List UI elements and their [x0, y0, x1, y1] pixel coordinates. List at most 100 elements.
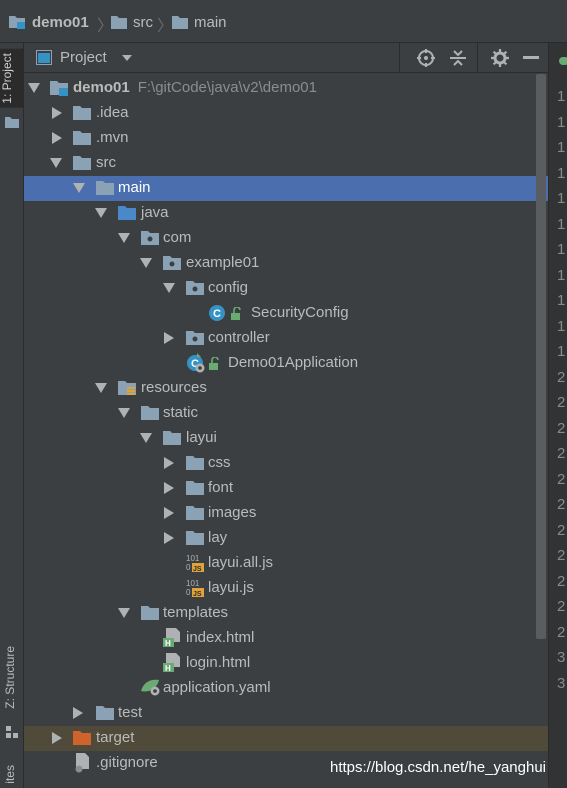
tree-item-test[interactable]: test [24, 701, 548, 726]
tree-item-label: com [163, 229, 192, 246]
tree-item-templates[interactable]: templates [24, 601, 548, 626]
unlock-icon [231, 307, 241, 320]
tree-item-login-html[interactable]: H login.html [24, 651, 548, 676]
folder-icon [5, 117, 19, 128]
breadcrumb-separator: 〉 [157, 18, 174, 35]
line-number: 2 [557, 470, 566, 488]
expand-arrow-icon[interactable] [140, 258, 152, 268]
collapsed-arrow-icon[interactable] [52, 107, 62, 119]
collapsed-arrow-icon[interactable] [73, 707, 83, 719]
tree-item-example01[interactable]: example01 [24, 251, 548, 276]
tab-favorites[interactable]: ites [3, 765, 17, 784]
structure-icon [6, 726, 18, 738]
tree-item-label: java [141, 204, 169, 221]
line-number: 1 [557, 317, 566, 335]
tab-structure-label: Z: Structure [3, 646, 17, 709]
tree-item-mvn[interactable]: .mvn [24, 126, 548, 151]
tree-item-label: lay [208, 529, 228, 546]
tree-item-static[interactable]: static [24, 401, 548, 426]
collapsed-arrow-icon[interactable] [52, 732, 62, 744]
panel-title[interactable]: Project [60, 49, 107, 66]
locate-target-icon[interactable] [417, 49, 435, 67]
tree-item-label: layui [186, 429, 217, 446]
chevron-down-icon[interactable] [122, 55, 132, 61]
tree-item-layui-js[interactable]: 101 0 JS layui.js [24, 576, 548, 601]
tree-item-controller[interactable]: controller [24, 326, 548, 351]
tree-item-label: index.html [186, 629, 255, 646]
folder-icon [141, 606, 159, 620]
collapse-all-icon[interactable] [449, 49, 467, 67]
tree-item-resources[interactable]: resources [24, 376, 548, 401]
tree-item-demo01application[interactable]: C Demo01Application [24, 351, 548, 376]
breadcrumb-label: main [194, 13, 227, 31]
folder-icon [186, 456, 204, 470]
tree-item-layui-all-js[interactable]: 101 0 JS layui.all.js [24, 551, 548, 576]
tree-item-target[interactable]: target [24, 726, 548, 751]
tree-item-label: application.yaml [163, 679, 271, 696]
tree-item-application-yaml[interactable]: application.yaml [24, 676, 548, 701]
collapsed-arrow-icon[interactable] [164, 532, 174, 544]
tab-project[interactable]: 1: Project [0, 49, 24, 108]
collapsed-arrow-icon[interactable] [52, 132, 62, 144]
expand-arrow-icon[interactable] [95, 383, 107, 393]
expand-arrow-icon[interactable] [118, 408, 130, 418]
gear-icon[interactable] [491, 49, 509, 67]
line-number: 2 [557, 547, 566, 564]
expand-arrow-icon[interactable] [140, 433, 152, 443]
tree-item-main[interactable]: main [24, 176, 548, 201]
folder-icon [111, 16, 127, 29]
folder-icon [186, 506, 204, 520]
unlock-icon [209, 357, 219, 370]
tree-item-label: test [118, 704, 143, 721]
watermark-text: https://blog.csdn.net/he_yanghui [330, 759, 546, 776]
tree-item-securityconfig[interactable]: C SecurityConfig [24, 301, 548, 326]
folder-icon [73, 106, 91, 120]
breadcrumb-label: demo01 [32, 13, 89, 31]
header-divider [399, 43, 400, 72]
tree-item-demo01[interactable]: demo01 F:\gitCode\java\v2\demo01 [24, 76, 548, 101]
tree-item-layui[interactable]: layui [24, 426, 548, 451]
expand-arrow-icon[interactable] [95, 208, 107, 218]
tree-item-label: controller [208, 329, 270, 346]
tree-item-index-html[interactable]: H index.html [24, 626, 548, 651]
tree-scrollbar[interactable] [536, 74, 546, 639]
expand-arrow-icon[interactable] [28, 83, 40, 93]
breadcrumb-item-main[interactable]: main [172, 11, 227, 33]
line-number: 1 [557, 164, 566, 182]
tree-item-font[interactable]: font [24, 476, 548, 501]
gutter-top-icon [559, 57, 567, 65]
tree-item-label: resources [141, 379, 207, 396]
collapsed-arrow-icon[interactable] [164, 457, 174, 469]
line-number: 3 [557, 674, 566, 692]
line-number: 1 [557, 139, 566, 156]
line-number: 1 [557, 266, 566, 284]
tab-structure[interactable]: Z: Structure [3, 646, 17, 709]
tree-item-idea[interactable]: .idea [24, 101, 548, 126]
line-number: 2 [557, 598, 566, 615]
expand-arrow-icon[interactable] [118, 233, 130, 243]
expand-arrow-icon[interactable] [73, 183, 85, 193]
folder-icon [73, 131, 91, 145]
breadcrumb-item-src[interactable]: src [111, 11, 153, 33]
tree-item-label: login.html [186, 654, 251, 671]
line-number: 2 [557, 368, 566, 386]
collapsed-arrow-icon[interactable] [164, 332, 174, 344]
tree-item-com[interactable]: com [24, 226, 548, 251]
expand-arrow-icon[interactable] [118, 608, 130, 618]
line-number: 2 [557, 623, 566, 641]
tree-item-src[interactable]: src [24, 151, 548, 176]
tree-item-java[interactable]: java [24, 201, 548, 226]
breadcrumb-item-demo01[interactable]: demo01 [8, 11, 89, 33]
minimize-icon[interactable] [523, 56, 539, 59]
tree-item-css[interactable]: css [24, 451, 548, 476]
collapsed-arrow-icon[interactable] [164, 507, 174, 519]
svg-text:101: 101 [186, 579, 200, 588]
tree-item-config[interactable]: config [24, 276, 548, 301]
expand-arrow-icon[interactable] [163, 283, 175, 293]
collapsed-arrow-icon[interactable] [164, 482, 174, 494]
expand-arrow-icon[interactable] [50, 158, 62, 168]
svg-text:JS: JS [193, 566, 202, 573]
tree-item-images[interactable]: images [24, 501, 548, 526]
project-tree[interactable]: demo01 F:\gitCode\java\v2\demo01 .idea .m… [24, 74, 548, 788]
tree-item-lay[interactable]: lay [24, 526, 548, 551]
